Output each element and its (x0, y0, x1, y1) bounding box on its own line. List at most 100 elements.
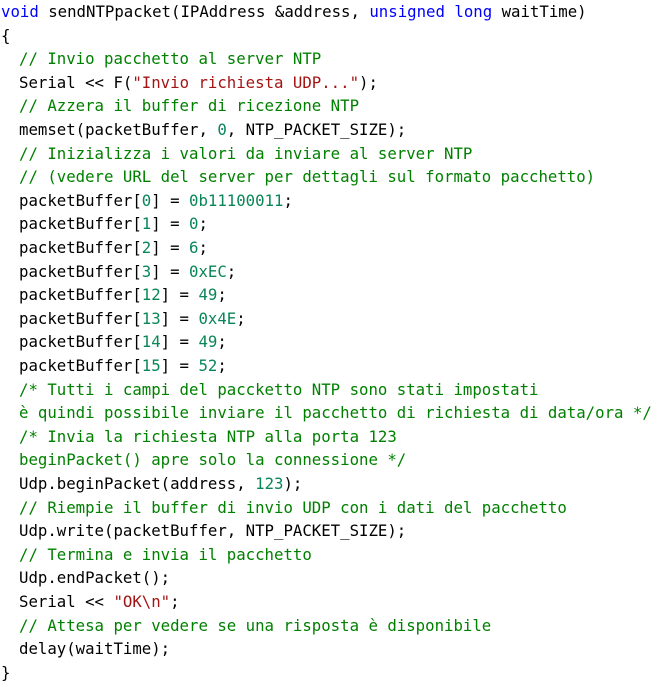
code-line: packetBuffer[3] = 0xEC; (19, 260, 236, 284)
code-line: // Riempie il buffer di invio UDP con i … (19, 496, 567, 520)
code-line: { (1, 24, 10, 48)
code-token-num: 14 (141, 332, 161, 352)
code-token-kw: long (454, 2, 493, 21)
code-token-str: "Invio richiesta UDP..." (132, 72, 360, 92)
code-token-cm: // Termina e invia il pacchetto (19, 544, 312, 564)
code-token-num: 15 (141, 356, 161, 375)
code-token-num: 0xEC (189, 261, 227, 281)
code-token-id: packetBuffer[ (19, 308, 142, 328)
code-token-id: ); (359, 72, 378, 92)
code-token-num: 12 (141, 285, 161, 305)
code-token-id: ] = (151, 190, 190, 210)
code-token-id: ] = (151, 238, 190, 257)
code-line: /* Invia la richiesta NTP alla porta 123 (19, 425, 397, 449)
code-line: Udp.endPacket(); (19, 566, 170, 590)
code-token-num: 0 (141, 190, 152, 210)
code-line: } (1, 661, 10, 685)
code-token-id: ; (217, 285, 227, 305)
code-token-id: Udp.write(packetBuffer, NTP_PACKET_SIZE)… (19, 521, 407, 541)
code-token-id: ; (198, 238, 208, 257)
code-token-id: ] = (160, 285, 199, 305)
code-line: packetBuffer[2] = 6; (19, 236, 208, 260)
code-line: packetBuffer[14] = 49; (19, 330, 227, 354)
code-token-id: packetBuffer[ (19, 238, 142, 257)
code-token-id: , NTP_PACKET_SIZE); (226, 120, 407, 139)
code-token-num: 49 (198, 332, 218, 352)
code-line: /* Tutti i campi del paccketto NTP sono … (19, 378, 538, 402)
code-token-cm: // Inizializza i valori da inviare al se… (19, 143, 473, 163)
code-token-str: "OK\n" (113, 592, 171, 611)
code-token-cm: // Azzera il buffer di ricezione NTP (19, 96, 360, 116)
code-token-cm: /* Invia la richiesta NTP alla porta 123 (19, 426, 397, 446)
code-token-id: ; (217, 332, 227, 352)
code-token-num: 2 (141, 238, 152, 257)
code-token-id: waitTime) (492, 2, 587, 21)
code-token-id (445, 2, 454, 21)
code-token-cm: // Attesa per vedere se una risposta è d… (19, 615, 492, 635)
code-token-kw: void (1, 2, 39, 21)
code-token-id: ] = (160, 332, 199, 352)
code-token-cm: // Riempie il buffer di invio UDP con i … (19, 497, 567, 517)
code-token-num: 123 (255, 474, 284, 493)
code-line: void sendNTPpacket(IPAddress &address, u… (1, 0, 587, 24)
code-token-id: Serial << F( (19, 72, 133, 92)
code-token-brace: } (1, 662, 11, 682)
code-token-id: ] = (160, 356, 199, 375)
code-token-id: packetBuffer[ (19, 214, 142, 234)
code-token-id: packetBuffer[ (19, 261, 142, 281)
code-line: beginPacket() apre solo la connessione *… (19, 448, 406, 472)
code-line: packetBuffer[0] = 0b11100011; (19, 189, 293, 213)
code-token-id: packetBuffer[ (19, 356, 142, 375)
code-line: // Azzera il buffer di ricezione NTP (19, 94, 359, 118)
code-token-id: ; (283, 190, 293, 210)
code-token-cm: // Invio pacchetto al server NTP (19, 49, 322, 69)
code-line: memset(packetBuffer, 0, NTP_PACKET_SIZE)… (19, 118, 406, 142)
code-token-id: Serial << (19, 592, 114, 611)
code-token-id: delay(waitTime); (19, 639, 171, 659)
code-line: delay(waitTime); (19, 637, 170, 661)
code-token-id: Udp.endPacket(); (19, 568, 171, 588)
code-token-num: 1 (141, 214, 152, 234)
code-token-id: ; (198, 214, 208, 234)
code-editor[interactable]: void sendNTPpacket(IPAddress &address, u… (0, 0, 669, 687)
code-line: è quindi possibile inviare il pacchetto … (19, 401, 652, 425)
code-token-num: 52 (198, 356, 218, 375)
code-token-cm: /* Tutti i campi del paccketto NTP sono … (19, 379, 539, 399)
code-token-id: ); (283, 474, 303, 493)
code-line: packetBuffer[15] = 52; (19, 354, 227, 378)
code-token-brace: { (1, 25, 11, 45)
code-line: Udp.write(packetBuffer, NTP_PACKET_SIZE)… (19, 519, 406, 543)
code-line: Serial << F("Invio richiesta UDP..."); (19, 71, 378, 95)
code-token-num: 0x4E (198, 308, 237, 328)
code-line: // Invio pacchetto al server NTP (19, 47, 321, 71)
editor-left-edge (0, 0, 1, 687)
code-token-id: ; (170, 592, 180, 611)
code-token-id: packetBuffer[ (19, 332, 142, 352)
code-token-id: ] = (151, 261, 190, 281)
code-line: packetBuffer[1] = 0; (19, 212, 208, 236)
code-token-id: sendNTPpacket(IPAddress &address, (38, 2, 370, 21)
code-token-id: packetBuffer[ (19, 285, 142, 305)
code-token-kw: unsigned (369, 2, 445, 21)
code-token-num: 3 (141, 261, 152, 281)
code-token-cm: beginPacket() apre solo la connessione *… (19, 450, 407, 470)
code-token-id: memset(packetBuffer, (19, 120, 218, 139)
code-line: // Inizializza i valori da inviare al se… (19, 142, 472, 166)
code-token-id: ; (236, 308, 246, 328)
code-line: // Attesa per vedere se una risposta è d… (19, 614, 491, 638)
code-line: // Termina e invia il pacchetto (19, 543, 312, 567)
code-line: Udp.beginPacket(address, 123); (19, 472, 302, 496)
code-token-cm: // (vedere URL del server per dettagli s… (19, 167, 596, 187)
code-token-num: 49 (198, 285, 218, 305)
code-token-cm: è quindi possibile inviare il pacchetto … (19, 403, 652, 423)
code-line: packetBuffer[13] = 0x4E; (19, 307, 246, 331)
code-token-num: 0b11100011 (189, 190, 284, 210)
code-token-id: ] = (160, 308, 199, 328)
code-line: // (vedere URL del server per dettagli s… (19, 165, 595, 189)
code-token-num: 13 (141, 308, 161, 328)
code-line: packetBuffer[12] = 49; (19, 283, 227, 307)
code-token-id: ; (217, 356, 227, 375)
code-token-id: Udp.beginPacket(address, (19, 474, 256, 493)
code-line: Serial << "OK\n"; (19, 590, 180, 614)
code-token-id: ; (226, 261, 237, 281)
